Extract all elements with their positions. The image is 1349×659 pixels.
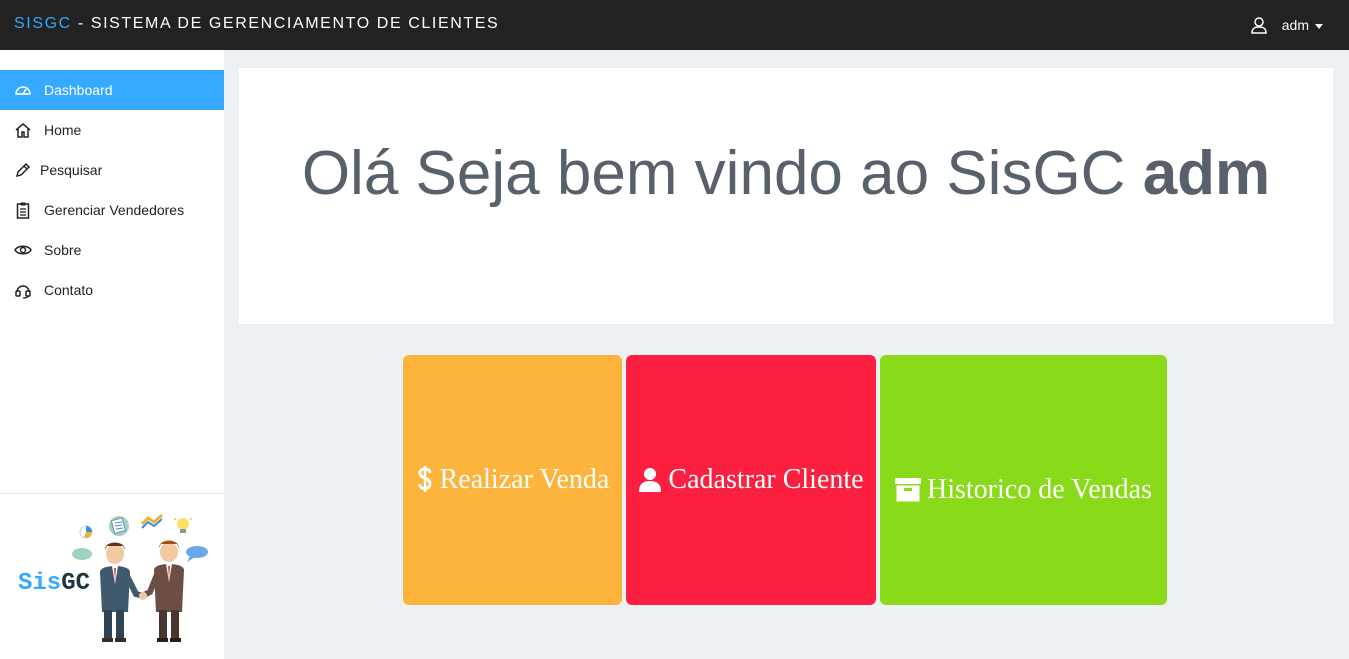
tile-label: Realizar Venda	[439, 464, 610, 495]
sidebar-item-label: Pesquisar	[40, 162, 103, 178]
businessman-left-illustration	[100, 542, 145, 642]
pencil-icon	[15, 162, 31, 178]
welcome-text: Olá Seja bem vindo ao SisGC	[301, 139, 1126, 208]
sidebar-item-contato[interactable]: Contato	[0, 270, 224, 310]
user-name: adm	[1281, 17, 1309, 33]
welcome-panel: Olá Seja bem vindo ao SisGC adm	[239, 68, 1333, 324]
home-icon	[15, 123, 31, 138]
realizar-venda-button[interactable]: Realizar Venda	[403, 355, 622, 605]
sidebar-item-gerenciar-vendedores[interactable]: Gerenciar Vendedores	[0, 190, 224, 230]
logo-text: SisGC	[18, 570, 90, 597]
sidebar-item-pesquisar[interactable]: Pesquisar	[0, 150, 224, 190]
brand-title[interactable]: SISGC - SISTEMA DE GERENCIAMENTO DE CLIE…	[14, 15, 499, 33]
brand-subtitle: - SISTEMA DE GERENCIAMENTO DE CLIENTES	[71, 15, 500, 32]
cadastrar-cliente-button[interactable]: Cadastrar Cliente	[626, 355, 876, 605]
handshake-illustration	[139, 592, 147, 600]
trend-bubble-icon	[140, 513, 163, 529]
sidebar-item-home[interactable]: Home	[0, 110, 224, 150]
historico-de-vendas-button[interactable]: Historico de Vendas	[880, 355, 1167, 605]
sidebar-nav: Dashboard Home Pesquisar Gerenciar Vende…	[0, 70, 224, 310]
sidebar-divider	[0, 493, 224, 494]
dollar-icon	[417, 466, 432, 492]
eye-icon	[14, 245, 32, 255]
chevron-down-icon	[1315, 23, 1323, 29]
lightbulb-icon	[173, 517, 193, 533]
user-icon	[639, 468, 662, 492]
headset-icon	[15, 285, 31, 299]
sidebar-item-label: Sobre	[44, 242, 82, 258]
top-navbar: SISGC - SISTEMA DE GERENCIAMENTO DE CLIE…	[0, 0, 1349, 50]
sidebar-item-label: Contato	[44, 282, 94, 298]
speech-bubble-icon	[72, 546, 208, 562]
sisgc-logo: SisGC	[18, 513, 208, 642]
welcome-heading: Olá Seja bem vindo ao SisGC adm	[239, 138, 1333, 209]
user-menu-toggle[interactable]: adm	[1250, 15, 1323, 35]
sidebar-item-label: Dashboard	[44, 82, 113, 98]
sidebar: Dashboard Home Pesquisar Gerenciar Vende…	[0, 50, 224, 659]
user-outline-icon	[1251, 17, 1267, 34]
dashboard-gauge-icon	[15, 86, 31, 95]
clipboard-list-icon	[16, 202, 30, 219]
tile-label: Historico de Vendas	[927, 474, 1152, 505]
archive-box-icon	[895, 478, 921, 502]
sidebar-item-label: Home	[44, 122, 82, 138]
sidebar-item-dashboard[interactable]: Dashboard	[0, 70, 224, 110]
brand-short: SISGC	[14, 15, 72, 32]
tile-label: Cadastrar Cliente	[668, 464, 864, 495]
checklist-bubble-icon	[109, 516, 129, 536]
sidebar-item-label: Gerenciar Vendedores	[44, 202, 185, 218]
welcome-user: adm	[1142, 139, 1271, 208]
businessman-right-illustration	[140, 540, 184, 642]
sidebar-item-sobre[interactable]: Sobre	[0, 230, 224, 270]
chart-bubble-icon	[79, 525, 93, 539]
